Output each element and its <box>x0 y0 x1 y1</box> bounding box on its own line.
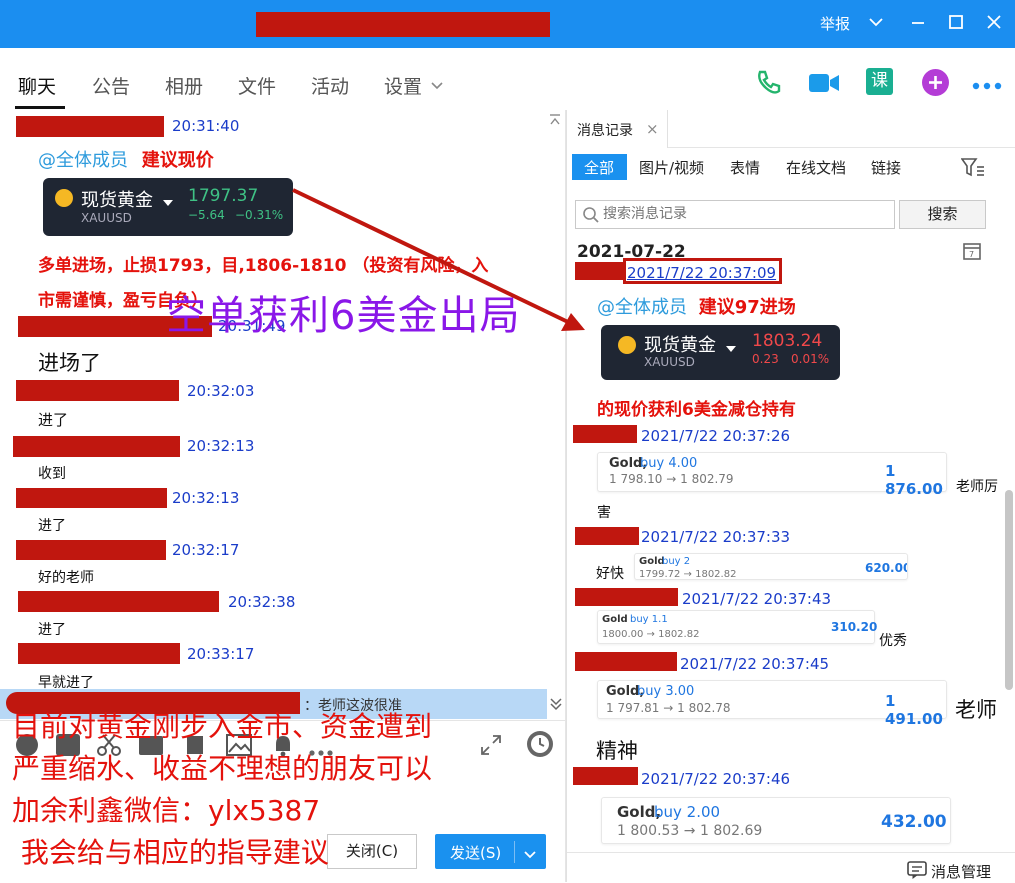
annotation-red-line: 加余利鑫微信：ylx5387 <box>12 794 321 827</box>
annotation-red-line: 目前对黄金刚步入金市、资金遭到 <box>12 710 433 743</box>
annotation-red-line: 我会给与相应的指导建议 <box>12 836 329 869</box>
annotation-purple-text: 空单获利6美金出局 <box>166 293 521 339</box>
annotation-red-line: 严重缩水、收益不理想的朋友可以 <box>12 752 433 785</box>
